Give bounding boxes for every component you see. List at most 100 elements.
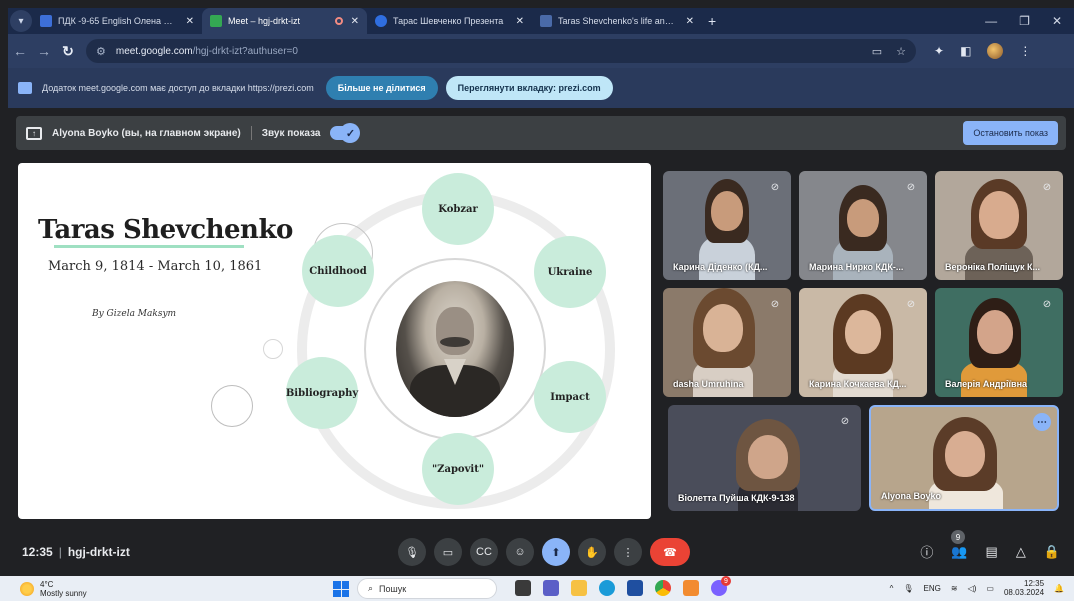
decor-circle: [263, 339, 283, 359]
topic-node-childhood[interactable]: Childhood: [302, 235, 374, 307]
forward-icon[interactable]: →: [32, 43, 56, 59]
windows-start-icon[interactable]: [333, 581, 349, 597]
taskbar-apps: 9: [515, 576, 731, 596]
url-field[interactable]: ⚙ meet.google.com/hgj-drkt-izt?authuser=…: [86, 39, 916, 63]
url-host: meet.google.com: [115, 45, 193, 57]
participant-tile[interactable]: ⊘ Віолетта Пуйша КДК-9-138: [668, 405, 861, 511]
participant-name: Вероніка Поліщук К...: [945, 262, 1041, 272]
captions-icon[interactable]: CC: [470, 538, 498, 566]
tab-meet[interactable]: Meet – hgj-drkt-izt ✕: [202, 8, 367, 34]
shared-presentation: Taras Shevchenko March 9, 1814 - March 1…: [18, 163, 651, 519]
participant-tile[interactable]: ⊘ Марина Нирко КДК-...: [799, 171, 927, 280]
bookmark-star-icon[interactable]: ☆: [896, 45, 906, 58]
camera-icon[interactable]: ▭: [434, 538, 462, 566]
microphone-icon[interactable]: 🎙: [398, 538, 426, 566]
menu-kebab-icon[interactable]: ⋮: [1019, 44, 1031, 58]
close-icon[interactable]: ✕: [516, 16, 524, 27]
tab-shevchenko-life[interactable]: Taras Shevchenko's life and cre ✕: [532, 8, 702, 34]
participant-face: [711, 191, 743, 231]
participant-face: [977, 310, 1013, 354]
cast-icon[interactable]: ▭: [872, 45, 882, 58]
microphone-tray-icon[interactable]: 🎙: [903, 584, 913, 593]
meeting-time: 12:35: [22, 545, 53, 559]
stop-sharing-button[interactable]: Більше не ділитися: [325, 76, 438, 100]
extensions-icon[interactable]: ✦: [934, 44, 944, 58]
wifi-icon[interactable]: ≋: [951, 584, 958, 593]
maximize-icon[interactable]: ❐: [1019, 14, 1030, 28]
topic-node-impact[interactable]: Impact: [534, 361, 606, 433]
language-indicator[interactable]: ENG: [924, 584, 941, 593]
new-tab-button[interactable]: +: [708, 13, 716, 29]
participant-name: Карина Діденко (КД...: [673, 262, 768, 272]
back-icon[interactable]: ←: [8, 43, 32, 59]
audio-share-toggle[interactable]: ✓: [330, 123, 361, 143]
close-window-icon[interactable]: ✕: [1052, 14, 1062, 28]
side-panel-icon[interactable]: ◧: [960, 44, 971, 58]
site-settings-icon[interactable]: ⚙: [96, 45, 106, 58]
weather-text: 4°C Mostly sunny: [40, 580, 87, 598]
sun-icon: [20, 581, 34, 596]
host-controls-icon[interactable]: 🔒: [1044, 544, 1060, 560]
participant-tile[interactable]: ⊘ Карина Кочкаева КД...: [799, 288, 927, 397]
activities-icon[interactable]: △: [1016, 544, 1026, 560]
weather-widget[interactable]: 4°C Mostly sunny: [20, 580, 87, 598]
reload-icon[interactable]: ↻: [56, 43, 80, 60]
end-call-icon[interactable]: ☎: [650, 538, 690, 566]
presenting-bar: ↑ Alyona Boyko (вы, на главном экране) З…: [16, 116, 1066, 150]
audio-share-label: Звук показа: [261, 127, 321, 139]
raise-hand-icon[interactable]: ✋: [578, 538, 606, 566]
people-icon[interactable]: 👥: [951, 544, 967, 560]
notes-app-icon[interactable]: [683, 580, 699, 596]
prezi-favicon-icon: [375, 15, 387, 27]
viber-icon[interactable]: 9: [711, 576, 731, 596]
tray-overflow-icon[interactable]: ^: [890, 584, 894, 593]
chrome-icon[interactable]: [655, 580, 671, 596]
task-view-icon[interactable]: [515, 580, 531, 596]
close-icon[interactable]: ✕: [686, 16, 694, 27]
tab-label: Taras Shevchenko's life and cre: [558, 16, 678, 26]
mic-off-icon: ⊘: [770, 181, 780, 193]
participant-tile[interactable]: ⊘ Карина Діденко (КД...: [663, 171, 791, 280]
topic-node-ukraine[interactable]: Ukraine: [534, 236, 606, 308]
emoji-reaction-icon[interactable]: ☺: [506, 538, 534, 566]
profile-avatar[interactable]: [987, 43, 1004, 59]
windows-taskbar: 4°C Mostly sunny ⌕ Пошук 9 ^ 🎙 ENG ≋ ◁) ▭ …: [0, 576, 1074, 601]
notifications-bell-icon[interactable]: 🔔: [1054, 584, 1064, 593]
close-icon[interactable]: ✕: [351, 16, 359, 27]
participant-name: Валерія Андріївна: [945, 379, 1028, 389]
participant-name: Марина Нирко КДК-...: [809, 262, 904, 272]
teams-icon[interactable]: [543, 580, 559, 596]
file-explorer-icon[interactable]: [571, 580, 587, 596]
meeting-details-icon[interactable]: ⓘ: [920, 542, 933, 561]
search-icon: ⌕: [368, 583, 374, 593]
topic-node-zapovit[interactable]: "Zapovit": [422, 433, 494, 505]
portrait-face: [436, 307, 474, 355]
chat-icon[interactable]: ▤: [986, 544, 998, 560]
sharing-message: Додаток meet.google.com має доступ до вк…: [42, 83, 314, 93]
topic-node-kobzar[interactable]: Kobzar: [422, 173, 494, 245]
participant-tile[interactable]: ⊘ dasha Umruhina: [663, 288, 791, 397]
topic-node-bibliography[interactable]: Bibliography: [286, 357, 358, 429]
clock[interactable]: 12:35 08.03.2024: [1004, 579, 1044, 597]
participant-tile[interactable]: ⊘ Валерія Андріївна: [935, 288, 1063, 397]
battery-icon[interactable]: ▭: [986, 584, 994, 593]
tab-english-class[interactable]: ПДК -9-65 English Олена Олек ✕: [32, 8, 202, 34]
participant-name: Карина Кочкаева КД...: [809, 379, 907, 389]
tab-search-icon[interactable]: ▾: [10, 10, 32, 32]
store-icon[interactable]: [627, 580, 643, 596]
volume-icon[interactable]: ◁): [968, 584, 977, 593]
more-options-icon[interactable]: ⋯: [1033, 413, 1051, 431]
view-tab-button[interactable]: Переглянути вкладку: prezi.com: [445, 76, 613, 100]
self-view-tile[interactable]: ⋯ Alyona Boyko: [869, 405, 1059, 511]
participant-tile[interactable]: ⊘ Вероніка Поліщук К...: [935, 171, 1063, 280]
more-options-icon[interactable]: ⋮: [614, 538, 642, 566]
minimize-icon[interactable]: —: [985, 14, 997, 28]
stop-presenting-button[interactable]: Остановить показ: [963, 121, 1058, 145]
tab-presentation[interactable]: Тарас Шевченко Презента ✕: [367, 8, 532, 34]
edge-icon[interactable]: [599, 580, 615, 596]
recording-icon: [334, 17, 343, 25]
present-screen-button-icon[interactable]: ⬆: [542, 538, 570, 566]
close-icon[interactable]: ✕: [186, 16, 194, 27]
browser-tab-strip: ▾ ПДК -9-65 English Олена Олек ✕ Meet – …: [8, 8, 1074, 34]
taskbar-search[interactable]: ⌕ Пошук: [357, 578, 497, 599]
